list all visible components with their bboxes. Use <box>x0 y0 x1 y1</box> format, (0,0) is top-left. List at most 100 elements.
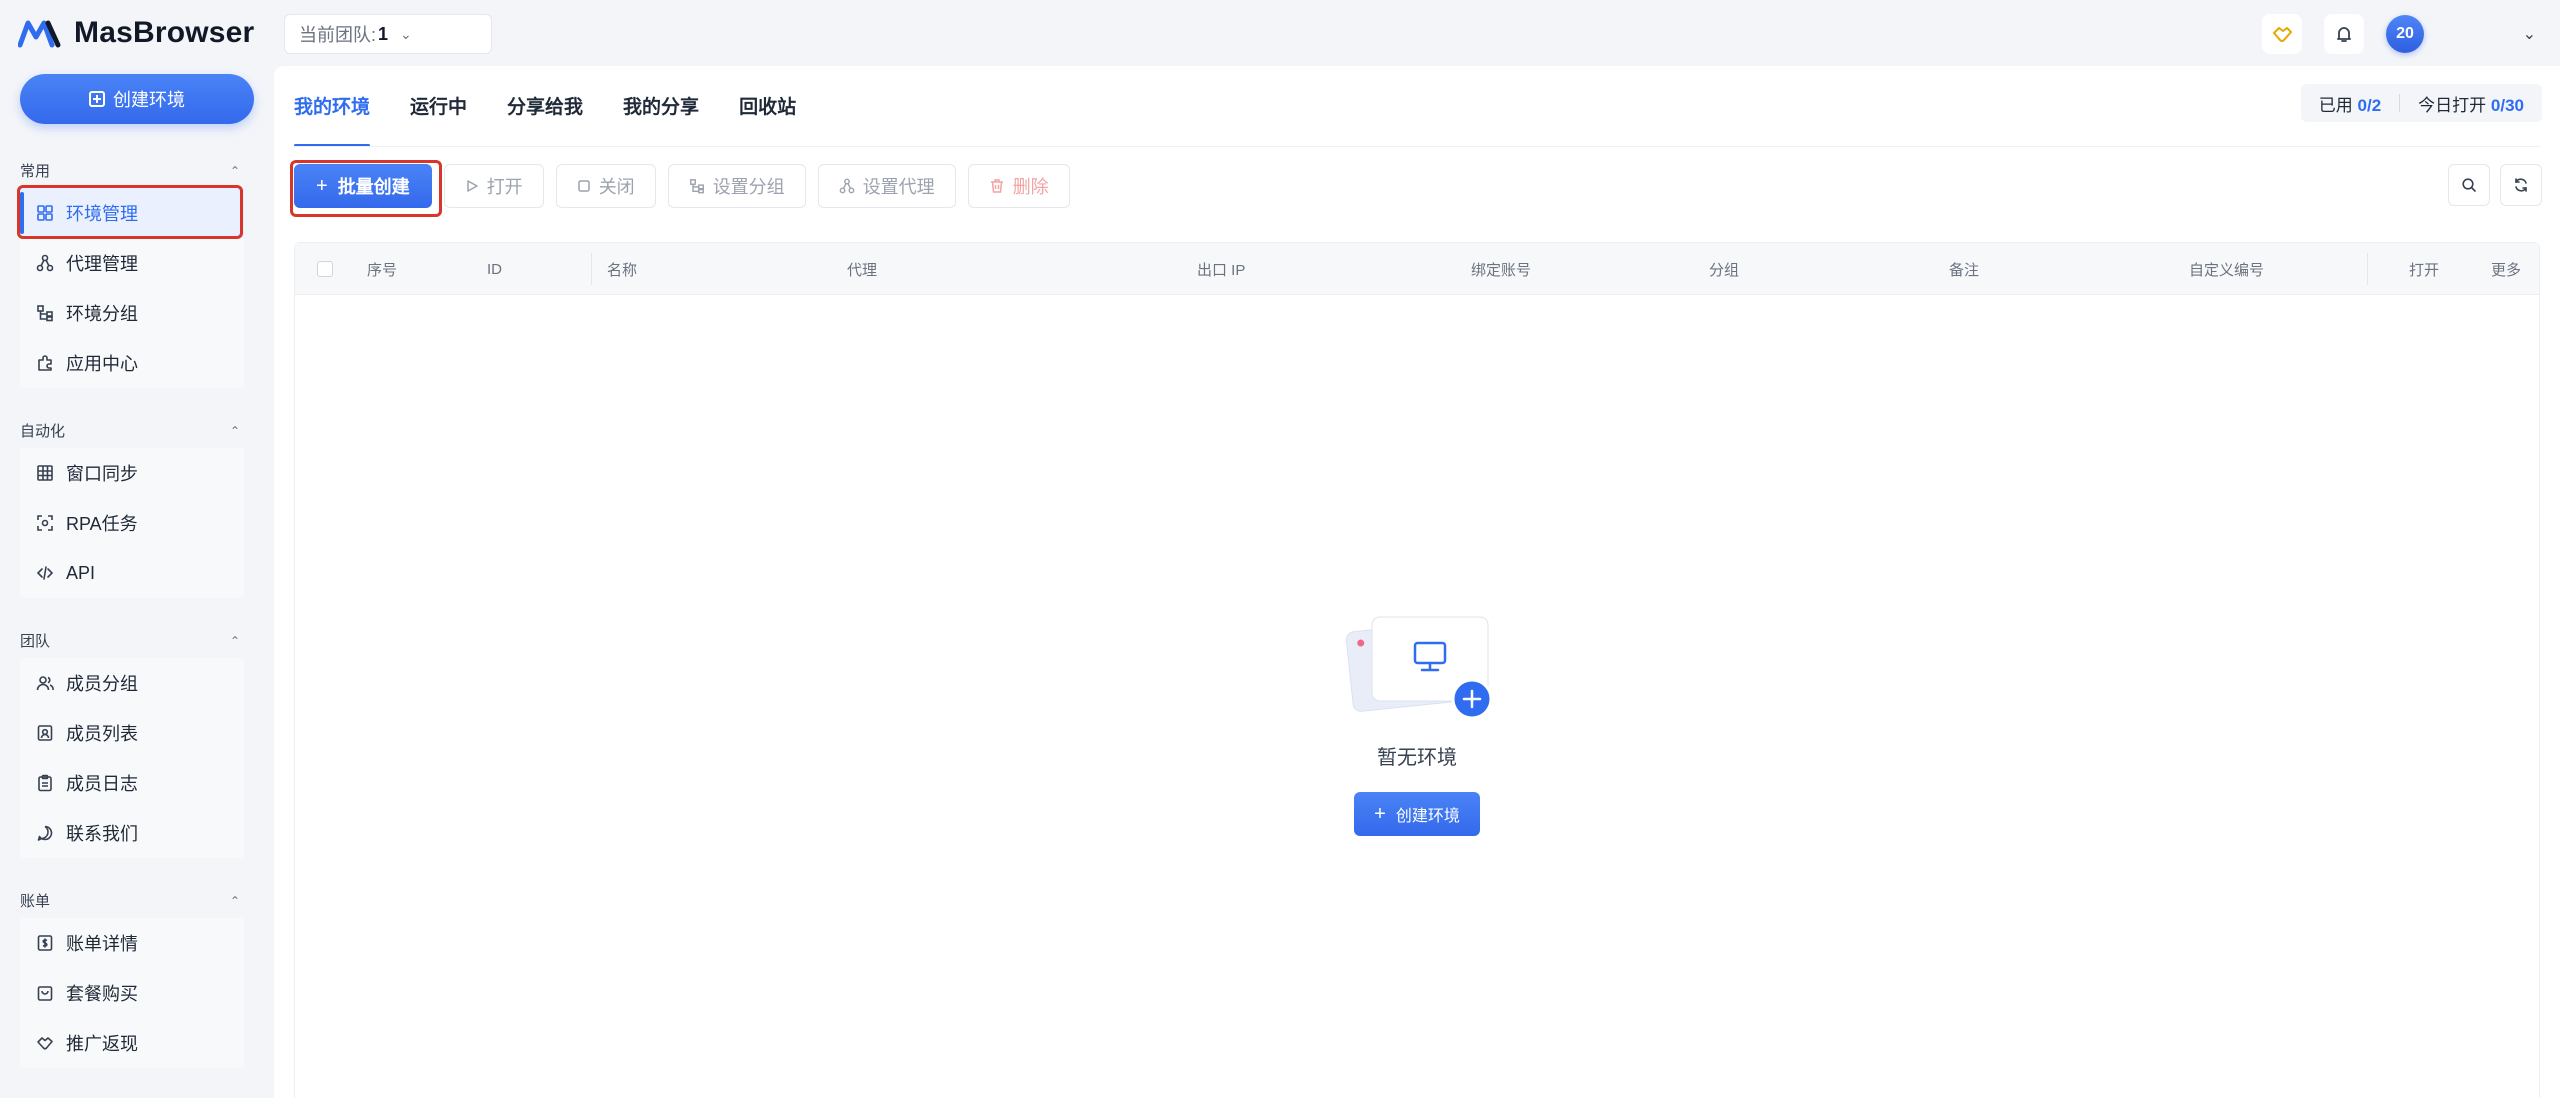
column-header-custom-id[interactable]: 自定义编号 <box>2189 243 2264 295</box>
sidebar-item-member-groups[interactable]: 成员分组 <box>20 658 244 708</box>
clipboard-icon <box>36 774 54 792</box>
section-team[interactable]: 团队 ⌃ <box>20 630 240 651</box>
sidebar-item-label: 窗口同步 <box>66 464 138 484</box>
plus-square-icon <box>89 91 105 107</box>
sidebar-item-billing-details[interactable]: 账单详情 <box>20 918 244 968</box>
divider <box>2399 94 2401 112</box>
bell-icon <box>2337 27 2351 42</box>
tab-my-environments[interactable]: 我的环境 <box>294 92 371 147</box>
network-icon <box>36 254 54 272</box>
column-header-index[interactable]: 序号 <box>367 243 397 295</box>
section-common[interactable]: 常用 ⌃ <box>20 160 240 181</box>
delete-button[interactable]: 删除 <box>967 164 1070 208</box>
select-all-cell <box>317 243 333 295</box>
delete-label: 删除 <box>1012 177 1049 197</box>
sidebar-item-label: 环境分组 <box>66 304 138 324</box>
table-icon <box>36 464 54 482</box>
sidebar-item-contact-us[interactable]: 联系我们 <box>20 808 244 858</box>
column-header-proxy[interactable]: 代理 <box>847 243 877 295</box>
nav-group-billing: 账单详情 套餐购买 推广返现 <box>20 918 244 1068</box>
chevron-down-icon: ⌄ <box>2522 26 2536 43</box>
team-select[interactable]: 当前团队: 1 ⌄ <box>284 14 492 54</box>
chat-icon <box>36 824 54 842</box>
sidebar-item-window-sync[interactable]: 窗口同步 <box>20 448 244 498</box>
column-separator <box>2367 253 2368 285</box>
column-header-id[interactable]: ID <box>487 243 502 295</box>
empty-create-label: 创建环境 <box>1395 808 1460 825</box>
set-proxy-button[interactable]: 设置代理 <box>817 164 956 208</box>
column-separator <box>591 253 592 285</box>
close-label: 关闭 <box>598 177 635 197</box>
sidebar-item-apps[interactable]: 应用中心 <box>20 338 244 388</box>
select-all-checkbox[interactable] <box>317 261 333 277</box>
code-icon <box>36 564 54 582</box>
network-icon <box>839 178 855 194</box>
brand-logo[interactable]: MasBrowser <box>18 14 254 52</box>
notification-button[interactable] <box>2324 14 2364 54</box>
sidebar-item-label: 账单详情 <box>66 934 138 954</box>
column-header-exit-ip[interactable]: 出口 IP <box>1197 243 1245 295</box>
sidebar-item-member-logs[interactable]: 成员日志 <box>20 758 244 808</box>
section-title: 账单 <box>20 893 51 910</box>
set-group-button[interactable]: 设置分组 <box>667 164 806 208</box>
column-header-more[interactable]: 更多 <box>2491 243 2521 295</box>
monitor-add-icon <box>1345 616 1493 720</box>
section-billing[interactable]: 账单 ⌃ <box>20 890 240 911</box>
refresh-button[interactable] <box>2500 164 2542 206</box>
set-group-label: 设置分组 <box>712 177 785 197</box>
tab-running[interactable]: 运行中 <box>410 92 467 147</box>
tab-my-shares[interactable]: 我的分享 <box>623 92 699 147</box>
sidebar-item-label: 成员列表 <box>66 724 138 744</box>
search-button[interactable] <box>2448 164 2490 206</box>
set-proxy-label: 设置代理 <box>862 177 935 197</box>
sidebar-item-label: RPA任务 <box>66 514 138 534</box>
main-panel: 我的环境 运行中 分享给我 我的分享 回收站 已用 0/2 今日打开 0/30 … <box>274 66 2560 1098</box>
sidebar-item-proxies[interactable]: 代理管理 <box>20 238 244 288</box>
sidebar-item-referral[interactable]: 推广返现 <box>20 1018 244 1068</box>
nav-group-automation: 窗口同步 RPA任务 API <box>20 448 244 598</box>
users-icon <box>36 674 54 692</box>
chevron-up-icon: ⌃ <box>229 633 240 648</box>
tab-bar: 我的环境 运行中 分享给我 我的分享 回收站 <box>294 92 796 147</box>
create-environment-button[interactable]: 创建环境 <box>20 74 254 124</box>
team-select-label: 当前团队: <box>299 25 377 45</box>
sidebar-item-groups[interactable]: 环境分组 <box>20 288 244 338</box>
sidebar-item-plans[interactable]: 套餐购买 <box>20 968 244 1018</box>
section-title: 自动化 <box>20 423 66 440</box>
empty-create-environment-button[interactable]: + 创建环境 <box>1354 792 1480 836</box>
chevron-up-icon: ⌃ <box>229 893 240 908</box>
sidebar-item-member-list[interactable]: 成员列表 <box>20 708 244 758</box>
avatar: 20 <box>2386 15 2424 53</box>
bag-icon <box>36 984 54 1002</box>
search-icon <box>2462 178 2476 192</box>
stop-icon <box>577 180 590 192</box>
column-header-open[interactable]: 打开 <box>2409 243 2439 295</box>
column-header-name[interactable]: 名称 <box>607 243 637 295</box>
table-header: 序号 ID 名称 代理 出口 IP 绑定账号 分组 备注 自定义编号 打开 更多 <box>295 243 2539 295</box>
sidebar-item-label: API <box>66 562 96 583</box>
section-title: 常用 <box>20 163 51 180</box>
sidebar-item-api[interactable]: API <box>20 548 244 598</box>
puzzle-icon <box>36 354 54 372</box>
sidebar-item-rpa[interactable]: RPA任务 <box>20 498 244 548</box>
column-header-group[interactable]: 分组 <box>1709 243 1739 295</box>
handshake-gold-icon <box>2273 27 2292 42</box>
column-header-bound-account[interactable]: 绑定账号 <box>1471 243 1531 295</box>
section-automation[interactable]: 自动化 ⌃ <box>20 420 240 441</box>
column-header-notes[interactable]: 备注 <box>1949 243 1979 295</box>
close-button[interactable]: 关闭 <box>555 164 656 208</box>
tree-icon <box>689 179 704 194</box>
sidebar-item-label: 推广返现 <box>66 1034 138 1054</box>
referral-button[interactable] <box>2262 14 2302 54</box>
user-menu[interactable]: 20 ⌄ <box>2386 15 2536 53</box>
sidebar-item-label: 代理管理 <box>66 254 138 274</box>
open-button[interactable]: 打开 <box>443 164 544 208</box>
tab-shared-with-me[interactable]: 分享给我 <box>507 92 583 147</box>
empty-illustration <box>1342 613 1493 723</box>
open-label: 打开 <box>486 177 523 197</box>
contact-icon <box>36 724 54 742</box>
empty-title: 暂无环境 <box>1377 747 1457 769</box>
tab-recycle-bin[interactable]: 回收站 <box>739 92 796 147</box>
team-select-value: 1 <box>378 23 389 44</box>
chevron-up-icon: ⌃ <box>229 423 240 438</box>
